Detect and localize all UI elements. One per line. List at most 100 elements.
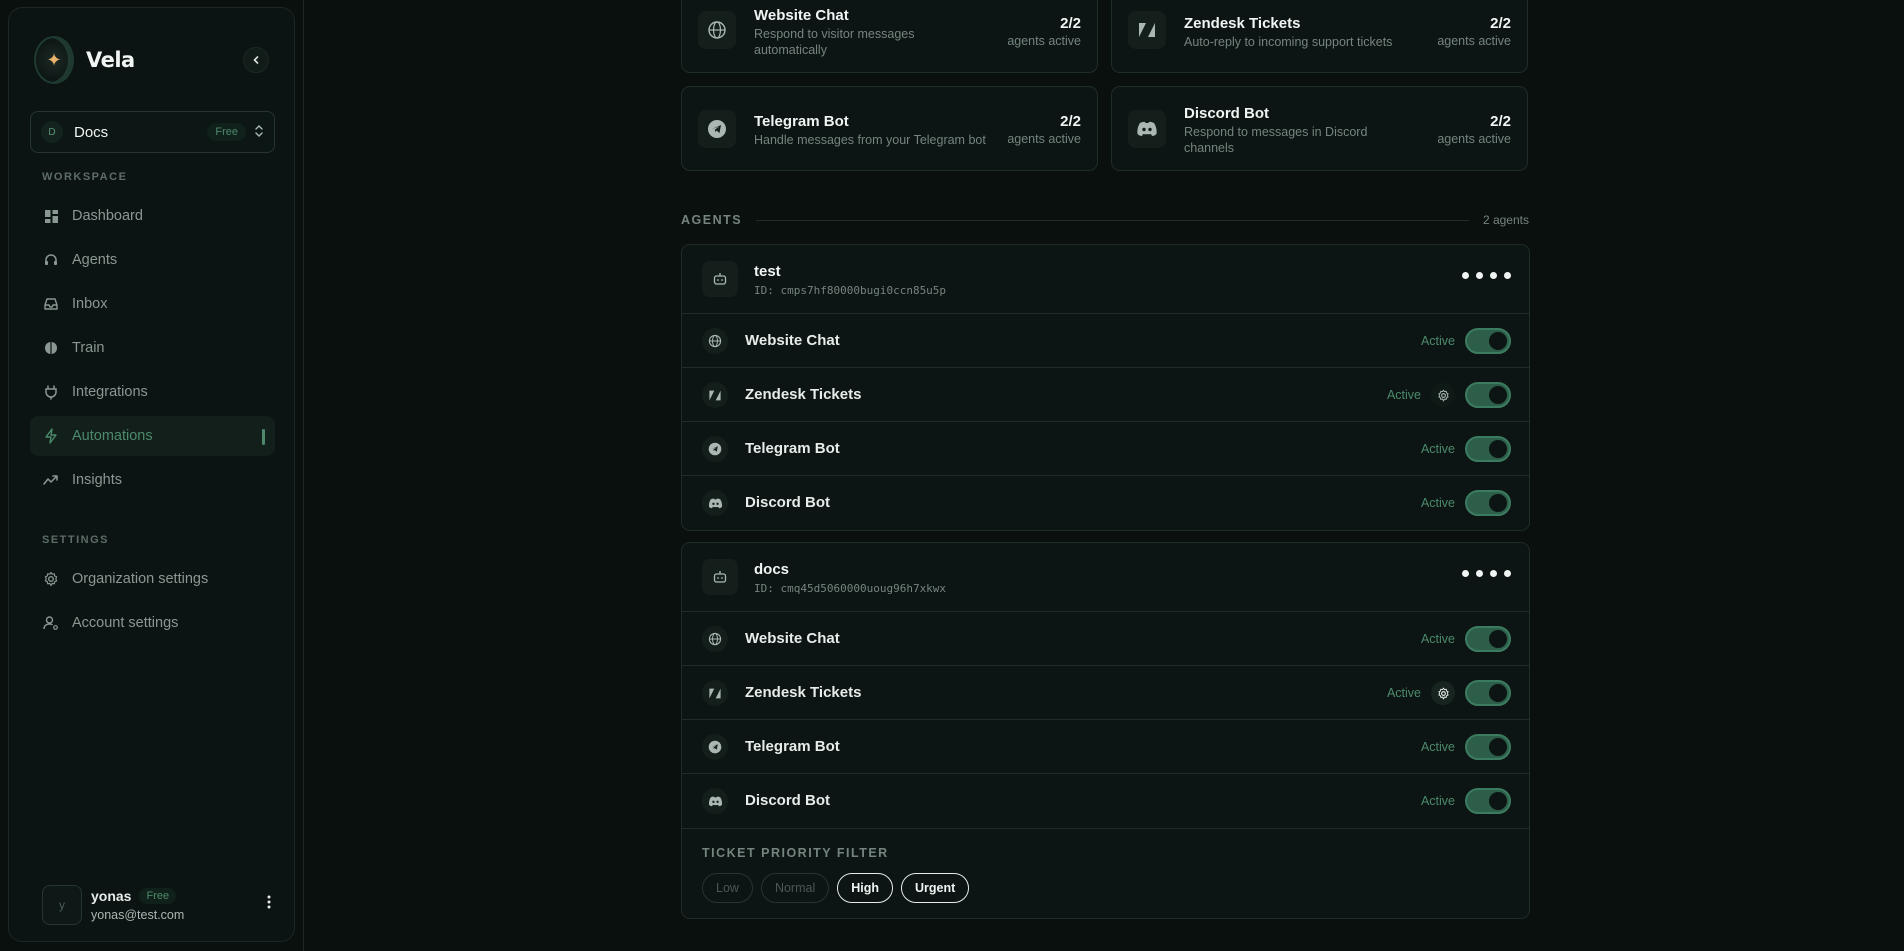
sidebar-divider [303,0,304,951]
sidebar-item-organization-settings[interactable]: Organization settings [30,559,275,599]
agent-channel-row-website-chat: Website Chat Active [682,612,1529,666]
brand[interactable]: ✦ Vela [34,36,135,84]
channel-name: Discord Bot [745,792,831,809]
channel-count: 2/2 [1060,113,1081,130]
sidebar-item-automations[interactable]: Automations [30,416,275,456]
user-card[interactable]: y yonas Free yonas@test.com [42,879,277,931]
agent-channel-row-zendesk-tickets: Zendesk Tickets Active [682,666,1529,720]
kebab-menu-icon[interactable] [261,895,277,909]
channel-name: Zendesk Tickets [745,684,862,701]
gear-icon[interactable] [1431,383,1455,407]
agent-name: test [754,263,781,280]
settings-label: SETTINGS [42,534,110,546]
user-email: yonas@test.com [91,908,185,922]
priority-low-pill[interactable]: Low [702,873,753,903]
zendesk-icon [702,382,728,408]
collapse-sidebar-button[interactable] [243,47,269,73]
sidebar-item-train[interactable]: Train [30,328,275,368]
org-switcher[interactable]: D Docs Free [30,111,275,153]
plug-icon [43,384,59,400]
zendesk-icon [702,680,728,706]
priority-normal-pill[interactable]: Normal [760,873,830,903]
channel-name: Website Chat [745,332,840,349]
headset-icon [43,252,59,268]
sidebar-item-label: Dashboard [72,208,143,224]
sidebar-item-dashboard[interactable]: Dashboard [30,196,275,236]
bolt-icon [43,428,59,444]
discord-icon [1128,110,1166,148]
channel-count: 2/2 [1060,15,1081,32]
channel-toggle[interactable] [1465,788,1511,814]
more-options-icon[interactable] [1462,272,1511,279]
channel-count-label: agents active [1437,132,1511,146]
sidebar-item-insights[interactable]: Insights [30,460,275,500]
agent-channel-row-telegram-bot: Telegram Bot Active [682,422,1529,476]
priority-urgent-pill[interactable]: Urgent [901,873,970,903]
grid-icon [43,208,59,224]
channel-name: Website Chat [745,630,840,647]
globe-icon [702,626,728,652]
sidebar-item-label: Organization settings [72,571,209,587]
sidebar-item-agents[interactable]: Agents [30,240,275,280]
channel-title: Discord Bot [1184,105,1270,122]
channel-toggle[interactable] [1465,490,1511,516]
channel-card-zendesk-tickets[interactable]: Zendesk Tickets Auto-reply to incoming s… [1111,0,1528,73]
agent-channel-row-telegram-bot: Telegram Bot Active [682,720,1529,774]
sidebar-item-inbox[interactable]: Inbox [30,284,275,324]
telegram-icon [702,734,728,760]
status-label: Active [1420,740,1455,754]
gear-icon[interactable] [1431,681,1455,705]
channel-count-label: agents active [1007,132,1081,146]
trend-icon [43,472,59,488]
telegram-icon [702,436,728,462]
channel-toggle[interactable] [1465,436,1511,462]
sidebar-item-label: Agents [72,252,118,268]
sidebar-item-integrations[interactable]: Integrations [30,372,275,412]
channel-title: Website Chat [754,7,849,24]
channel-card-telegram-bot[interactable]: Telegram Bot Handle messages from your T… [681,86,1098,171]
sidebar-item-account-settings[interactable]: Account settings [30,603,275,643]
sidebar-item-label: Train [72,340,105,356]
more-options-icon[interactable] [1462,570,1511,577]
channel-card-discord-bot[interactable]: Discord Bot Respond to messages in Disco… [1111,86,1528,171]
discord-icon [702,788,728,814]
channel-toggle[interactable] [1465,382,1511,408]
active-indicator [262,429,265,445]
agent-card-docs: docs ID: cmq45d5060000uoug96h7xkwx Websi… [681,542,1530,919]
agent-channel-row-zendesk-tickets: Zendesk Tickets Active [682,368,1529,422]
workspace-nav: Dashboard Agents Inbox Train Integration… [30,196,275,504]
channel-toggle[interactable] [1465,680,1511,706]
brand-name: Vela [86,48,135,72]
channel-name: Discord Bot [745,494,831,511]
agent-id: ID: cmq45d5060000uoug96h7xkwx [754,582,947,595]
channel-title: Telegram Bot [754,113,849,130]
filter-label: TICKET PRIORITY FILTER [702,846,889,860]
gear-icon [43,571,59,587]
brain-icon [43,340,59,356]
zendesk-icon [1128,11,1166,49]
inbox-icon [43,296,59,312]
user-gear-icon [43,615,59,631]
sidebar-item-label: Automations [72,428,153,444]
channel-toggle[interactable] [1465,328,1511,354]
channel-name: Telegram Bot [745,738,840,755]
globe-icon [702,328,728,354]
sidebar: ✦ Vela D Docs Free WORKSPACE Dashboard A… [8,7,295,942]
telegram-icon [698,110,736,148]
org-name: Docs [74,123,109,141]
channel-count-label: agents active [1007,34,1081,48]
channel-card-website-chat[interactable]: Website Chat Respond to visitor messages… [681,0,1098,73]
agents-count: 2 agents [1482,213,1529,227]
agent-header: docs ID: cmq45d5060000uoug96h7xkwx [682,543,1529,612]
status-label: Active [1420,496,1455,510]
user-plan-badge: Free [139,888,177,904]
priority-high-pill[interactable]: High [837,873,894,903]
agent-header: test ID: cmps7hf80000bugi0ccn85u5p [682,245,1529,314]
agent-id: ID: cmps7hf80000bugi0ccn85u5p [754,284,947,297]
channel-description: Handle messages from your Telegram bot [754,133,986,147]
status-label: Active [1420,632,1455,646]
status-label: Active [1420,442,1455,456]
plan-badge: Free [207,123,246,141]
channel-toggle[interactable] [1465,734,1511,760]
channel-toggle[interactable] [1465,626,1511,652]
